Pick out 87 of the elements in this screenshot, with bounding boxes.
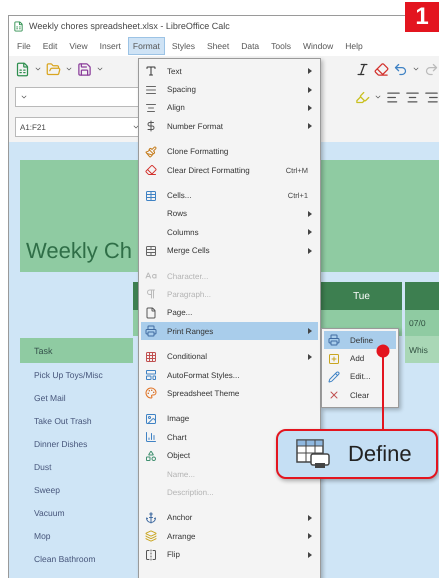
flip-icon	[145, 548, 157, 561]
undo-icon[interactable]	[393, 62, 408, 76]
spreadsheet-icon	[13, 20, 24, 32]
task-cell-text: Clean Bathroom	[33, 552, 96, 566]
menu-item[interactable]: Image	[141, 410, 318, 428]
menu-item[interactable]: AutoFormat Styles...	[141, 366, 318, 384]
anchor-icon	[145, 512, 157, 524]
template-icon	[145, 369, 157, 382]
menu-item[interactable]: Add	[324, 349, 396, 368]
image-icon	[145, 412, 157, 425]
align-center-icon[interactable]	[405, 90, 420, 104]
menu-tab[interactable]: Format	[128, 37, 165, 55]
italic-icon[interactable]	[355, 62, 370, 76]
dollar-icon	[145, 120, 157, 132]
caret-icon[interactable]	[412, 65, 420, 73]
merge-cells-icon	[145, 244, 157, 257]
header-cell: Tue	[321, 282, 405, 310]
header-cell	[405, 282, 439, 310]
menu-item[interactable]: Clear	[324, 386, 396, 405]
printer-icon	[145, 325, 157, 338]
window-title: Weekly chores spreadsheet.xlsx - LibreOffice Calc	[29, 21, 230, 31]
define-callout-tooltip: Define	[276, 429, 438, 479]
eraser-icon	[145, 164, 157, 176]
menu-tab[interactable]: Insert	[94, 37, 126, 55]
menu-item[interactable]: Arrange	[141, 526, 318, 546]
task-cell-text: Take Out Trash	[33, 414, 93, 428]
table-icon	[145, 190, 157, 202]
layers-icon	[145, 530, 157, 542]
menu-item[interactable]: Number Format	[141, 117, 318, 136]
task-header: Task	[20, 338, 133, 363]
menu-item[interactable]: Rows	[141, 204, 318, 224]
new-spreadsheet-icon[interactable]	[15, 62, 30, 76]
menu-item[interactable]: Align	[141, 98, 318, 118]
menu-tab[interactable]: Help	[340, 37, 368, 55]
menu-item[interactable]: Spreadsheet Theme	[141, 384, 318, 403]
task-cell-text: Mop	[33, 530, 52, 543]
grid-icon	[145, 350, 157, 363]
bar-chart-icon	[145, 431, 157, 444]
menu-item[interactable]: Text	[141, 62, 318, 80]
menu-item[interactable]: Spacing	[141, 80, 318, 99]
menu-tab[interactable]: Sheet	[202, 37, 234, 55]
align-icon	[145, 102, 157, 114]
menu-tab[interactable]: File	[12, 37, 36, 55]
menu-item[interactable]: Define	[324, 331, 396, 350]
letter-icon	[145, 65, 157, 78]
menu-tab[interactable]: Data	[236, 37, 264, 55]
menu-tab[interactable]: Tools	[266, 37, 296, 55]
spacing-icon	[145, 84, 157, 96]
clear-icon	[328, 389, 340, 402]
eraser-icon[interactable]	[374, 62, 389, 76]
menu-tab[interactable]: View	[64, 37, 93, 55]
align-right-icon[interactable]	[424, 90, 439, 104]
menu-tab[interactable]: Edit	[38, 37, 62, 55]
step-badge: 1	[405, 2, 439, 32]
caret-icon[interactable]	[374, 93, 382, 101]
menu-item[interactable]: Clone Formatting	[141, 142, 318, 161]
menu-item[interactable]: Edit...	[324, 368, 396, 386]
caret-icon[interactable]	[20, 93, 28, 101]
menu-item[interactable]: Merge Cells	[141, 242, 318, 260]
menu-tab[interactable]: Window	[298, 37, 338, 55]
menu-item[interactable]: Flip	[141, 545, 318, 564]
task-cell-text: Dust	[33, 460, 52, 474]
add-icon	[328, 352, 340, 365]
paintbrush-icon	[145, 146, 157, 158]
task-cell-text: Dinner Dishes	[33, 438, 88, 450]
menu-item[interactable]: Anchor	[141, 508, 318, 527]
task-cell-text: Pick Up Toys/Misc	[33, 368, 104, 382]
caret-icon[interactable]	[34, 65, 42, 73]
pilcrow-icon	[145, 288, 157, 300]
palette-icon	[145, 387, 157, 400]
edit-icon	[328, 370, 340, 383]
menu-item[interactable]: Page...	[141, 304, 318, 322]
task-cell-text: Sweep	[33, 484, 61, 497]
table-cell: 07/0	[405, 310, 439, 336]
task-cell-text: Vacuum	[33, 506, 66, 520]
table-cell: Whis	[405, 336, 439, 363]
caret-icon[interactable]	[96, 65, 104, 73]
caret-icon[interactable]	[65, 65, 73, 73]
menu-item[interactable]: Print Ranges	[141, 322, 318, 340]
align-left-icon[interactable]	[386, 90, 401, 104]
page-icon	[145, 306, 157, 319]
menu-item[interactable]: Conditional	[141, 347, 318, 366]
menu-item[interactable]: Columns	[141, 223, 318, 242]
shapes-icon	[145, 450, 157, 462]
menu-tab[interactable]: Styles	[166, 37, 200, 55]
task-cell-text: Get Mail	[33, 392, 67, 404]
save-icon[interactable]	[77, 62, 92, 76]
